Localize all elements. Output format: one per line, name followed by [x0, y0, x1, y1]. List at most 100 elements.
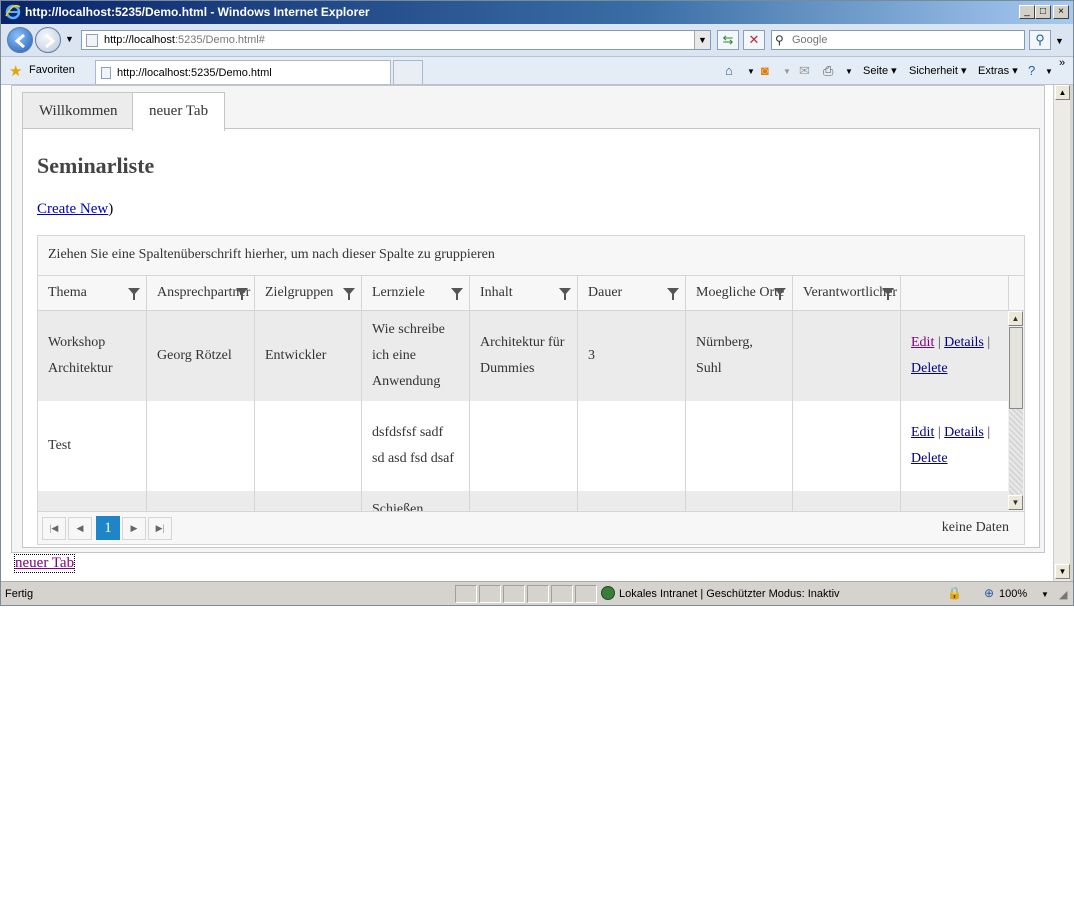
- column-header-zielgruppen[interactable]: Zielgruppen: [255, 276, 362, 310]
- column-header-thema[interactable]: Thema: [38, 276, 147, 310]
- seminar-grid: Ziehen Sie eine Spaltenüberschrift hierh…: [37, 235, 1025, 545]
- home-icon[interactable]: ⌂: [725, 63, 733, 78]
- table-row[interactable]: Workshop Architektur Georg Rötzel Entwic…: [38, 311, 1008, 401]
- column-header-lernziele[interactable]: Lernziele: [362, 276, 470, 310]
- page-scroll-up-icon[interactable]: ▲: [1055, 85, 1070, 100]
- edit-link[interactable]: Edit: [911, 425, 934, 440]
- details-link[interactable]: Details: [944, 335, 984, 350]
- cell-inhalt: Architektur für Dummies: [470, 311, 578, 401]
- browser-tab-title: http://localhost:5235/Demo.html: [117, 67, 272, 79]
- filter-icon[interactable]: [774, 288, 786, 300]
- status-pane: [551, 585, 573, 603]
- menu-sicherheit[interactable]: Sicherheit ▾: [909, 64, 967, 77]
- maximize-button[interactable]: □: [1035, 5, 1051, 19]
- cell-verantwortlicher: [793, 401, 901, 491]
- cell-ansprechpartner: [147, 491, 255, 511]
- search-button[interactable]: ⚲: [1029, 30, 1051, 50]
- history-dropdown-icon[interactable]: ▼: [65, 34, 74, 44]
- feeds-icon[interactable]: ◙: [761, 63, 769, 78]
- grouping-drop-area[interactable]: Ziehen Sie eine Spaltenüberschrift hierh…: [38, 236, 1024, 276]
- create-new-suffix: ): [108, 201, 114, 217]
- address-field[interactable]: http://localhost:5235/Demo.html# ▼: [81, 30, 711, 50]
- create-new-link[interactable]: Create New: [37, 201, 108, 217]
- grid-body: Workshop Architektur Georg Rötzel Entwic…: [38, 311, 1008, 511]
- cell-inhalt: [470, 401, 578, 491]
- minimize-button[interactable]: _: [1019, 5, 1035, 19]
- favorites-star-icon[interactable]: ★: [9, 62, 22, 80]
- grid-scrollbar[interactable]: ▲ ▼: [1008, 311, 1024, 511]
- column-header-moegliche-orte[interactable]: Moegliche Orte: [686, 276, 793, 310]
- cell-orte: Nürnberg, Suhl: [686, 311, 793, 401]
- home-dropdown-icon[interactable]: ▼: [747, 67, 755, 76]
- scroll-down-icon[interactable]: ▼: [1008, 495, 1023, 510]
- intranet-zone-icon: [601, 586, 615, 600]
- menu-seite[interactable]: Seite ▾: [863, 64, 897, 77]
- delete-link[interactable]: Delete: [911, 451, 948, 466]
- table-row[interactable]: Schießen: [38, 491, 1008, 511]
- zoom-level[interactable]: 100%: [999, 588, 1027, 600]
- help-dropdown-icon[interactable]: ▼: [1045, 67, 1053, 76]
- page-1-button[interactable]: 1: [96, 516, 120, 540]
- search-input[interactable]: [790, 32, 1020, 48]
- previous-page-icon[interactable]: ◀: [68, 517, 92, 540]
- status-pane: [503, 585, 525, 603]
- new-browser-tab-button[interactable]: [393, 60, 423, 84]
- refresh-button[interactable]: ⇆: [717, 30, 739, 50]
- first-page-icon[interactable]: |◀: [42, 517, 66, 540]
- back-button[interactable]: [7, 27, 33, 53]
- scroll-thumb[interactable]: [1009, 327, 1023, 409]
- search-options-icon[interactable]: ▼: [1055, 36, 1064, 46]
- scroll-track[interactable]: [1009, 409, 1023, 495]
- filter-icon[interactable]: [236, 288, 248, 300]
- column-header-verantwortlicher[interactable]: Verantwortlicher: [793, 276, 901, 310]
- action-separator: |: [987, 425, 991, 440]
- help-icon[interactable]: ?: [1028, 63, 1035, 78]
- scroll-up-icon[interactable]: ▲: [1008, 311, 1023, 326]
- page-scroll-down-icon[interactable]: ▼: [1055, 564, 1070, 579]
- favorites-label[interactable]: Favoriten: [29, 64, 75, 76]
- filter-icon[interactable]: [667, 288, 679, 300]
- column-header-ansprechpartner[interactable]: Ansprechpartner: [147, 276, 255, 310]
- filter-icon[interactable]: [451, 288, 463, 300]
- cell-zielgruppen: Entwickler: [255, 311, 362, 401]
- stop-button[interactable]: ✕: [743, 30, 765, 50]
- feeds-dropdown-icon[interactable]: ▼: [783, 67, 791, 76]
- back-arrow-icon: [14, 33, 25, 49]
- address-dropdown-icon[interactable]: ▼: [694, 31, 710, 49]
- protected-mode-lock-icon[interactable]: 🔒: [947, 586, 962, 600]
- cell-zielgruppen: [255, 401, 362, 491]
- column-header-inhalt[interactable]: Inhalt: [470, 276, 578, 310]
- favorites-bar: ★ Favoriten http://localhost:5235/Demo.h…: [1, 57, 1073, 85]
- filter-icon[interactable]: [882, 288, 894, 300]
- resize-grip-icon[interactable]: ◢: [1059, 588, 1067, 601]
- filter-icon[interactable]: [559, 288, 571, 300]
- print-icon[interactable]: ⎙: [823, 63, 833, 79]
- details-link[interactable]: Details: [944, 425, 984, 440]
- cell-orte: [686, 491, 793, 511]
- table-row[interactable]: Test dsfdsfsf sadf sd asd fsd dsaf Edit …: [38, 401, 1008, 491]
- mail-icon[interactable]: ✉: [799, 63, 810, 79]
- filter-icon[interactable]: [343, 288, 355, 300]
- delete-link[interactable]: Delete: [911, 361, 948, 376]
- cell-actions: Edit | Details | Delete: [901, 401, 1008, 491]
- tab-neuer-tab[interactable]: neuer Tab: [132, 92, 226, 131]
- zoom-icon[interactable]: ⊕: [984, 586, 994, 600]
- chevron-more-icon[interactable]: »: [1059, 57, 1065, 69]
- edit-link[interactable]: Edit: [911, 335, 934, 350]
- create-new-line: Create New): [37, 201, 113, 218]
- column-header-dauer[interactable]: Dauer: [578, 276, 686, 310]
- last-page-icon[interactable]: ▶|: [148, 517, 172, 540]
- tab-willkommen[interactable]: Willkommen: [22, 92, 135, 130]
- page-scrollbar[interactable]: ▲ ▼: [1053, 85, 1070, 581]
- close-button[interactable]: ×: [1053, 5, 1069, 19]
- menu-extras[interactable]: Extras ▾: [978, 64, 1018, 77]
- browser-tab[interactable]: http://localhost:5235/Demo.html: [95, 60, 391, 84]
- address-url: http://localhost:5235/Demo.html#: [104, 34, 265, 46]
- filter-icon[interactable]: [128, 288, 140, 300]
- next-page-icon[interactable]: ▶: [122, 517, 146, 540]
- print-dropdown-icon[interactable]: ▼: [845, 67, 853, 76]
- forward-button[interactable]: [35, 27, 61, 53]
- zoom-dropdown-icon[interactable]: ▼: [1041, 590, 1049, 599]
- neuer-tab-link[interactable]: neuer Tab: [13, 554, 76, 573]
- search-icon: ⚲: [1035, 32, 1045, 47]
